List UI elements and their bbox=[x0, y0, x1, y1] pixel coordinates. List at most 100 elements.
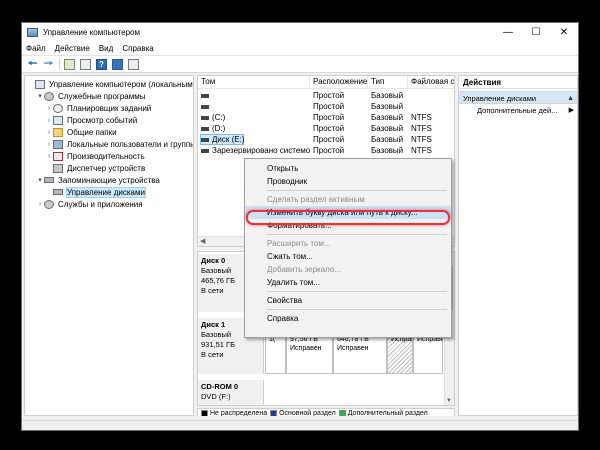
context-menu-item[interactable]: Изменить букву диска или путь к диску... bbox=[245, 206, 451, 219]
show-hide-tree-button[interactable] bbox=[79, 58, 92, 71]
tree-item[interactable]: ▾ Служебные программы bbox=[36, 90, 145, 102]
table-row[interactable]: (D:) Простой Базовый NTFS bbox=[198, 123, 454, 134]
disk-label[interactable]: CD-ROM 0 DVD (F:) bbox=[198, 380, 264, 405]
table-row[interactable]: (C:) Простой Базовый NTFS bbox=[198, 112, 454, 123]
context-menu-item[interactable]: Открыть bbox=[245, 162, 451, 175]
console-tree-icon bbox=[80, 58, 91, 70]
context-menu-item[interactable]: Справка bbox=[245, 312, 451, 325]
cell-volume: (D:) bbox=[198, 123, 310, 134]
tree-item[interactable]: › Общие папки bbox=[45, 126, 117, 138]
tree-item-label: Управление компьютером (локальным) bbox=[49, 79, 194, 89]
title-bar[interactable]: Управление компьютером — ☐ ✕ bbox=[22, 23, 578, 41]
cell-layout: Простой bbox=[313, 102, 345, 111]
tree-item-label: Общие папки bbox=[67, 127, 117, 137]
tree-item[interactable]: › Производительность bbox=[45, 150, 145, 162]
users-icon bbox=[53, 139, 63, 149]
tree-item[interactable]: › Планировщик заданий bbox=[45, 102, 151, 114]
menu-file[interactable]: Файл bbox=[26, 44, 46, 53]
tree-item-label: Локальные пользователи и группы bbox=[67, 139, 194, 149]
toolbar-separator bbox=[59, 58, 60, 70]
scroll-left-icon[interactable]: ◀ bbox=[200, 237, 205, 245]
disk-status: В сети bbox=[201, 350, 224, 359]
cell-filesystem bbox=[408, 101, 454, 112]
legend-swatch bbox=[201, 409, 208, 416]
cell-type: Базовый bbox=[371, 124, 404, 133]
expand-right-icon[interactable]: › bbox=[36, 201, 44, 208]
expand-right-icon[interactable]: › bbox=[45, 117, 53, 124]
computer-icon bbox=[35, 79, 45, 89]
expand-right-icon[interactable]: › bbox=[45, 141, 53, 148]
menu-action[interactable]: Действие bbox=[55, 44, 90, 53]
context-menu-item[interactable]: Удалить том... bbox=[245, 276, 451, 289]
tree-item[interactable]: › Локальные пользователи и группы bbox=[45, 138, 194, 150]
cell-volume bbox=[198, 90, 310, 101]
tree-item[interactable]: Диспетчер устройств bbox=[45, 162, 145, 174]
cell-layout: Простой bbox=[313, 146, 345, 155]
window-title: Управление компьютером bbox=[43, 27, 140, 37]
expand-down-icon[interactable]: ▾ bbox=[36, 92, 44, 100]
show-action-pane-button[interactable] bbox=[111, 58, 124, 71]
disk-size: 931,51 ГБ bbox=[201, 340, 236, 349]
table-row[interactable]: Простой Базовый bbox=[198, 101, 454, 112]
tools-icon bbox=[44, 91, 54, 101]
tree-item[interactable]: › Службы и приложения bbox=[36, 198, 143, 210]
cell-filesystem: NTFS bbox=[411, 113, 432, 122]
partition-status: Исправен bbox=[337, 345, 369, 352]
help-button[interactable]: ? bbox=[95, 58, 108, 71]
cell-filesystem: NTFS bbox=[411, 124, 432, 133]
folder-icon bbox=[53, 127, 63, 137]
device-manager-icon bbox=[53, 163, 63, 173]
scroll-down-icon[interactable]: ▼ bbox=[446, 398, 452, 404]
context-menu-item: Сделать раздел активным bbox=[267, 195, 365, 204]
disk-name: CD-ROM 0 bbox=[201, 382, 239, 391]
tree-item-label: Планировщик заданий bbox=[67, 103, 152, 113]
table-row[interactable]: Диск (E:) Простой Базовый NTFS bbox=[198, 134, 454, 145]
performance-icon bbox=[53, 151, 63, 161]
tree-item[interactable]: ▾ Запоминающие устройства bbox=[36, 174, 160, 186]
context-menu-item[interactable]: Свойства bbox=[245, 294, 451, 307]
context-menu-item: Расширить том... bbox=[267, 239, 331, 248]
column-header-filesystem[interactable]: Файловая с bbox=[408, 76, 454, 89]
expand-down-icon[interactable]: ▾ bbox=[36, 176, 44, 184]
cell-layout: Простой bbox=[313, 113, 345, 122]
column-header-layout[interactable]: Расположение bbox=[310, 76, 368, 89]
column-header-type[interactable]: Тип bbox=[368, 76, 408, 89]
back-arrow-icon: 🠔 bbox=[27, 57, 38, 70]
minimize-button[interactable]: — bbox=[494, 23, 522, 41]
menu-view[interactable]: Вид bbox=[99, 44, 113, 53]
tree-item-label: Производительность bbox=[67, 151, 145, 161]
menu-bar: Файл Действие Вид Справка bbox=[22, 41, 578, 56]
forward-button[interactable]: 🠖 bbox=[42, 58, 55, 71]
disk-type: DVD (F:) bbox=[201, 392, 231, 401]
tree-item[interactable]: Управление дисками bbox=[45, 186, 146, 198]
cell-layout: Простой bbox=[313, 135, 345, 144]
context-menu-item[interactable]: Сжать том... bbox=[245, 250, 451, 263]
table-row[interactable]: Простой Базовый bbox=[198, 90, 454, 101]
menu-separator bbox=[267, 234, 447, 235]
expand-right-icon[interactable]: › bbox=[45, 105, 53, 112]
menu-help[interactable]: Справка bbox=[122, 44, 153, 53]
expand-right-icon[interactable]: › bbox=[45, 153, 53, 160]
tree-item[interactable]: Управление компьютером (локальным) bbox=[27, 78, 194, 90]
tree-item-label: Просмотр событий bbox=[67, 115, 138, 125]
table-row[interactable]: Зарезервировано системой Простой Базовый NT… bbox=[198, 145, 454, 156]
properties-button[interactable] bbox=[127, 58, 140, 71]
column-header-volume[interactable]: Том bbox=[198, 76, 310, 89]
close-button[interactable]: ✕ bbox=[550, 23, 578, 41]
tree-item[interactable]: › Просмотр событий bbox=[45, 114, 137, 126]
more-actions-item[interactable]: Дополнительные дей... ▶ bbox=[459, 104, 577, 117]
back-button[interactable]: 🠔 bbox=[26, 58, 39, 71]
context-menu-item[interactable]: Форматировать... bbox=[245, 219, 451, 232]
menu-separator bbox=[267, 291, 447, 292]
volume-list-header: Том Расположение Тип Файловая с bbox=[198, 76, 454, 89]
volume-icon bbox=[201, 104, 209, 109]
actions-section-disk-management[interactable]: Управление дисками ▲ bbox=[459, 91, 577, 104]
up-level-button[interactable] bbox=[63, 58, 76, 71]
volume-icon bbox=[201, 115, 209, 120]
expand-right-icon[interactable]: › bbox=[45, 129, 53, 136]
cell-type: Базовый bbox=[371, 102, 404, 111]
maximize-button[interactable]: ☐ bbox=[522, 23, 550, 41]
context-menu-item[interactable]: Проводник bbox=[245, 175, 451, 188]
cell-volume: (C:) bbox=[198, 112, 310, 123]
console-tree: Управление компьютером (локальным) ▾ Служе… bbox=[24, 75, 194, 416]
